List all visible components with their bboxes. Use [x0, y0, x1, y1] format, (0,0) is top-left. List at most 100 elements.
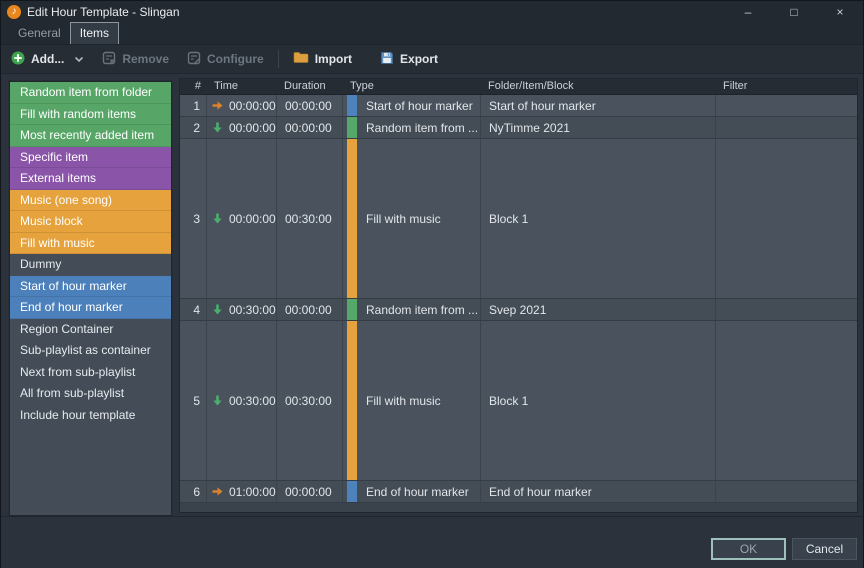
- configure-button-label: Configure: [207, 52, 264, 66]
- row-number: 1: [180, 95, 207, 116]
- close-button[interactable]: ×: [817, 1, 863, 23]
- row-type: Fill with music: [357, 139, 441, 298]
- palette-item-label: All from sub-playlist: [20, 386, 124, 400]
- cancel-button[interactable]: Cancel: [792, 538, 857, 560]
- palette-item[interactable]: Fill with random items: [10, 104, 171, 126]
- type-color-bar: [347, 321, 357, 480]
- maximize-button[interactable]: □: [771, 1, 817, 23]
- right-arrow-icon: [211, 99, 224, 112]
- palette-item[interactable]: All from sub-playlist: [10, 383, 171, 405]
- row-time: 00:30:00: [229, 303, 276, 317]
- row-type-cell: Fill with music: [343, 139, 481, 298]
- row-filter: [716, 95, 857, 116]
- palette-item[interactable]: Dummy: [10, 254, 171, 276]
- palette-item[interactable]: Music (one song): [10, 190, 171, 212]
- row-time-cell: 00:30:00: [207, 321, 277, 480]
- palette-item[interactable]: Include hour template: [10, 405, 171, 427]
- folder-icon: [293, 51, 309, 67]
- row-folder: Block 1: [481, 139, 716, 298]
- row-time: 00:00:00: [229, 99, 276, 113]
- palette-item[interactable]: External items: [10, 168, 171, 190]
- type-color-bar: [347, 481, 357, 502]
- row-duration: 00:00:00: [277, 95, 343, 116]
- row-number: 4: [180, 299, 207, 320]
- row-time: 00:00:00: [229, 121, 276, 135]
- palette-item[interactable]: Specific item: [10, 147, 171, 169]
- table-row[interactable]: 100:00:0000:00:00Start of hour markerSta…: [180, 95, 857, 117]
- export-button[interactable]: Export: [380, 51, 438, 68]
- row-folder: Start of hour marker: [481, 95, 716, 116]
- row-time-cell: 00:00:00: [207, 139, 277, 298]
- palette-item[interactable]: Region Container: [10, 319, 171, 341]
- toolbar: Add... Remove Configure Import: [1, 45, 863, 74]
- row-type: Random item from ...: [357, 299, 478, 320]
- row-filter: [716, 299, 857, 320]
- palette-item-label: Include hour template: [20, 408, 135, 422]
- plus-circle-icon: [11, 51, 25, 68]
- table-row[interactable]: 500:30:0000:30:00Fill with musicBlock 1: [180, 321, 857, 481]
- configure-button[interactable]: Configure: [187, 51, 264, 68]
- palette-item[interactable]: Music block: [10, 211, 171, 233]
- right-arrow-icon: [211, 485, 224, 498]
- column-header-duration[interactable]: Duration: [277, 79, 343, 94]
- type-color-bar: [347, 299, 357, 320]
- remove-button-label: Remove: [122, 52, 169, 66]
- row-folder: Block 1: [481, 321, 716, 480]
- palette-item[interactable]: End of hour marker: [10, 297, 171, 319]
- row-filter: [716, 321, 857, 480]
- import-button[interactable]: Import: [293, 51, 352, 67]
- remove-button[interactable]: Remove: [102, 51, 169, 68]
- add-button-label: Add...: [31, 52, 64, 66]
- tab-items[interactable]: Items: [70, 22, 119, 44]
- palette-item[interactable]: Next from sub-playlist: [10, 362, 171, 384]
- add-button[interactable]: Add...: [11, 51, 64, 68]
- palette-item-label: Region Container: [20, 322, 113, 336]
- row-time-cell: 00:00:00: [207, 117, 277, 138]
- row-type-cell: Fill with music: [343, 321, 481, 480]
- palette-item[interactable]: Most recently added item: [10, 125, 171, 147]
- configure-list-icon: [187, 51, 201, 68]
- row-type: Fill with music: [357, 321, 441, 480]
- row-time-cell: 00:00:00: [207, 95, 277, 116]
- items-table: # Time Duration Type Folder/Item/Block F…: [179, 78, 858, 513]
- ok-button[interactable]: OK: [711, 538, 786, 560]
- palette-item-label: Next from sub-playlist: [20, 365, 135, 379]
- column-header-time[interactable]: Time: [207, 79, 277, 94]
- tab-general[interactable]: General: [9, 23, 70, 44]
- row-duration: 00:30:00: [277, 321, 343, 480]
- row-time-cell: 01:00:00: [207, 481, 277, 502]
- import-button-label: Import: [315, 52, 352, 66]
- palette-item-label: Music (one song): [20, 193, 112, 207]
- down-arrow-icon: [211, 121, 224, 134]
- table-row[interactable]: 601:00:0000:00:00End of hour markerEnd o…: [180, 481, 857, 503]
- palette-list: Random item from folder Fill with random …: [9, 81, 172, 516]
- palette-item[interactable]: Fill with music: [10, 233, 171, 255]
- row-time: 01:00:00: [229, 485, 276, 499]
- row-number: 5: [180, 321, 207, 480]
- palette-item-label: Fill with random items: [20, 107, 136, 121]
- toolbar-separator: [278, 50, 279, 68]
- palette-item[interactable]: Start of hour marker: [10, 276, 171, 298]
- column-header-number[interactable]: #: [180, 79, 207, 94]
- minimize-button[interactable]: –: [725, 1, 771, 23]
- table-row[interactable]: 200:00:0000:00:00Random item from ...NyT…: [180, 117, 857, 139]
- down-arrow-icon: [211, 303, 224, 316]
- palette-item-label: Start of hour marker: [20, 279, 127, 293]
- row-type-cell: Random item from ...: [343, 299, 481, 320]
- row-number: 2: [180, 117, 207, 138]
- row-filter: [716, 139, 857, 298]
- column-header-type[interactable]: Type: [343, 79, 481, 94]
- palette-item[interactable]: Sub-playlist as container: [10, 340, 171, 362]
- row-folder: NyTimme 2021: [481, 117, 716, 138]
- row-number: 3: [180, 139, 207, 298]
- palette-item-label: Sub-playlist as container: [20, 343, 151, 357]
- column-header-filter[interactable]: Filter: [716, 79, 857, 94]
- palette-item[interactable]: Random item from folder: [10, 82, 171, 104]
- table-row[interactable]: 400:30:0000:00:00Random item from ...Sve…: [180, 299, 857, 321]
- column-header-folder[interactable]: Folder/Item/Block: [481, 79, 716, 94]
- row-time: 00:30:00: [229, 394, 276, 408]
- table-row[interactable]: 300:00:0000:30:00Fill with musicBlock 1: [180, 139, 857, 299]
- add-dropdown-button[interactable]: [74, 50, 84, 68]
- row-filter: [716, 117, 857, 138]
- palette-item-label: External items: [20, 171, 96, 185]
